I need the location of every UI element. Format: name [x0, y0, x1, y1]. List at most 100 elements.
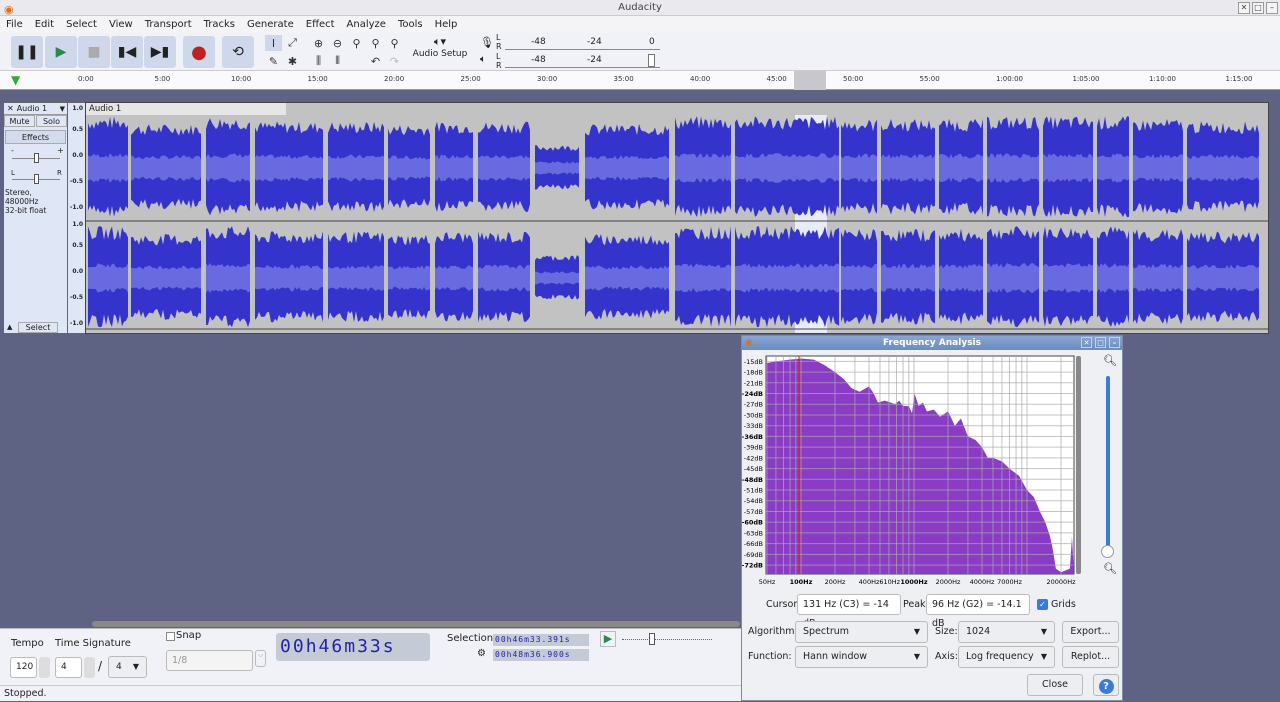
zoom-out-icon[interactable]: 🔍︎ [1103, 562, 1117, 575]
snap-select[interactable]: 1/8 [166, 650, 253, 671]
record-meter[interactable]: -48 -24 0 [505, 35, 660, 50]
zoom-slider-thumb[interactable] [1101, 545, 1114, 558]
replot-button[interactable]: Replot... [1062, 646, 1119, 668]
help-button[interactable]: ? [1093, 674, 1119, 696]
close-dialog-button[interactable]: ✕ [1081, 337, 1092, 348]
play-speed-slider[interactable] [622, 639, 712, 640]
record-button[interactable]: ● [183, 36, 215, 68]
zoom-toggle-icon: ⚲ [390, 36, 399, 50]
skip-start-button[interactable]: ▮◀ [111, 36, 143, 68]
close-window-button[interactable]: ✕ [1238, 2, 1250, 14]
skip-end-button[interactable]: ▶▮ [144, 36, 176, 68]
select-track-button[interactable]: Select [18, 322, 58, 333]
clip-title[interactable]: Audio 1 [86, 103, 286, 115]
minimize-window-button[interactable]: – [1266, 2, 1278, 14]
loop-button[interactable]: ⟲ [222, 36, 254, 68]
undo-button[interactable]: ↶ [367, 53, 384, 69]
zoom-in-icon[interactable]: 🔍︎ [1103, 354, 1117, 367]
play-at-speed-button[interactable]: ▶ [600, 631, 616, 647]
waveform-rms [206, 153, 250, 183]
silence-button[interactable]: ⫴ [329, 53, 346, 69]
fit-project-button[interactable]: ⚲ [367, 35, 384, 51]
playback-volume-slider[interactable] [648, 54, 655, 67]
fit-selection-button[interactable]: ⚲ [348, 35, 365, 51]
play-head-icon[interactable]: ▼ [11, 73, 20, 87]
gear-icon[interactable]: ⚙ [477, 648, 486, 659]
selection-start[interactable]: 00h46m33.391s [493, 634, 589, 646]
menu-tools[interactable]: Tools [392, 16, 429, 33]
menu-file[interactable]: File [0, 16, 29, 33]
multi-tool[interactable]: ✱ [284, 53, 301, 69]
waveform-rms [939, 153, 983, 183]
gain-slider-thumb[interactable] [34, 153, 39, 163]
time-sig-denominator[interactable]: 4 [108, 656, 147, 678]
microphone-icon[interactable]: 🎙︎ [480, 36, 494, 49]
spectrum-plot[interactable]: -15dB -18dB -21dB -24dB -27dB -30dB -33dB -36dB… [742, 350, 1122, 590]
tempo-spinner[interactable] [39, 657, 50, 678]
play-speed-thumb[interactable] [649, 633, 655, 645]
menu-select[interactable]: Select [60, 16, 103, 33]
speaker-icon[interactable]: 🔈︎ [480, 54, 486, 65]
audio-setup-button[interactable]: 🔈︎▾ Audio Setup [411, 35, 469, 69]
play-button[interactable]: ▶ [45, 36, 77, 68]
timeline-ruler[interactable]: ▼ 0:00 5:00 10:00 15:00 20:00 25:00 30:00 35:00… [0, 71, 1280, 90]
waveform-rms [535, 271, 579, 285]
meter-label: -24 [587, 55, 602, 65]
close-track-icon[interactable]: ✕ [4, 104, 17, 113]
redo-button[interactable]: ↷ [386, 53, 403, 69]
collapse-icon[interactable]: ▲ [7, 323, 12, 331]
selection-tool[interactable]: I [265, 35, 282, 51]
pause-button[interactable]: ❚❚ [11, 36, 43, 68]
menu-generate[interactable]: Generate [241, 16, 300, 33]
time-display[interactable]: 00h46m33s [276, 633, 430, 661]
menu-edit[interactable]: Edit [29, 16, 60, 33]
axis-label: Axis: [935, 651, 958, 662]
lr-label: L [496, 52, 501, 61]
maximize-dialog-button[interactable]: □ [1095, 337, 1106, 348]
axis-select[interactable]: Log frequency [958, 646, 1055, 668]
algorithm-select[interactable]: Spectrum [795, 621, 928, 643]
draw-tool[interactable]: ✎ [265, 53, 282, 69]
tempo-input[interactable]: 120 [10, 657, 37, 678]
zoom-toggle-button[interactable]: ⚲ [386, 35, 403, 51]
zoom-out-button[interactable]: ⊖ [329, 35, 346, 51]
selection-end[interactable]: 00h48m36.900s [493, 649, 589, 661]
maximize-window-button[interactable]: □ [1252, 2, 1264, 14]
effects-button[interactable]: Effects [5, 130, 66, 144]
stop-button[interactable]: ■ [78, 36, 110, 68]
function-select[interactable]: Hann window [795, 646, 928, 668]
pan-left-label: L [11, 169, 15, 177]
waveform-display[interactable]: Audio 1 [85, 102, 1269, 334]
snap-dropdown-icon[interactable]: ⌵ [255, 650, 266, 667]
zoom-in-button[interactable]: ⊕ [310, 35, 327, 51]
time-sig-numerator[interactable]: 4 [55, 657, 82, 678]
export-button[interactable]: Export... [1062, 621, 1119, 643]
menu-effect[interactable]: Effect [300, 16, 341, 33]
numerator-spinner[interactable] [84, 657, 95, 678]
dropdown-icon[interactable]: ▼ [60, 103, 65, 115]
ruler-tick-label: 0:00 [78, 75, 94, 83]
playback-meter[interactable]: -48 -24 [505, 53, 660, 68]
menu-transport[interactable]: Transport [139, 16, 198, 33]
plot-scrollbar[interactable] [1076, 356, 1081, 574]
horizontal-scrollbar[interactable] [92, 621, 740, 627]
trim-button[interactable]: ⫼ [310, 53, 327, 69]
envelope-tool[interactable]: ⤢ [284, 35, 301, 51]
close-button[interactable]: Close [1027, 674, 1083, 696]
menu-view[interactable]: View [103, 16, 139, 33]
grids-checkbox[interactable]: ✓ [1037, 599, 1048, 610]
solo-button[interactable]: Solo [36, 115, 67, 127]
menu-help[interactable]: Help [429, 16, 464, 33]
time-digit: 6 [331, 636, 345, 657]
mute-button[interactable]: Mute [4, 115, 35, 127]
vertical-ruler[interactable]: 1.0 0.5 0.0 -0.5 -1.0 1.0 0.5 0.0 -0.5 -1.0 [68, 102, 85, 334]
size-select[interactable]: 1024 [958, 621, 1055, 643]
pan-slider-thumb[interactable] [34, 174, 39, 184]
dialog-title-bar[interactable]: Frequency Analysis ◉ ✕ □ – [742, 336, 1122, 350]
track-name-menu[interactable]: Audio 1 [17, 104, 47, 113]
menu-analyze[interactable]: Analyze [341, 16, 392, 33]
snap-checkbox[interactable] [166, 632, 175, 641]
minimize-dialog-button[interactable]: – [1109, 337, 1120, 348]
zoom-slider[interactable] [1106, 376, 1110, 551]
menu-tracks[interactable]: Tracks [198, 16, 241, 33]
